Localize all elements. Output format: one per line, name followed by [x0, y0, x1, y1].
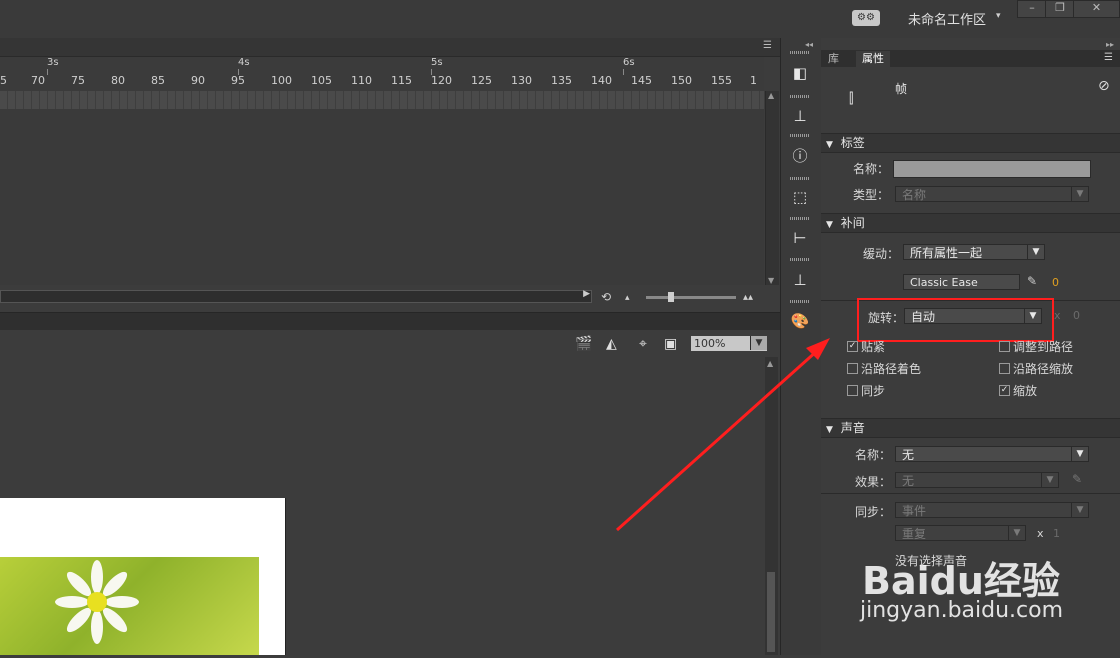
watermark-logo: Baidu经验: [862, 559, 1060, 603]
watermark-url: jingyan.baidu.com: [860, 598, 1064, 623]
